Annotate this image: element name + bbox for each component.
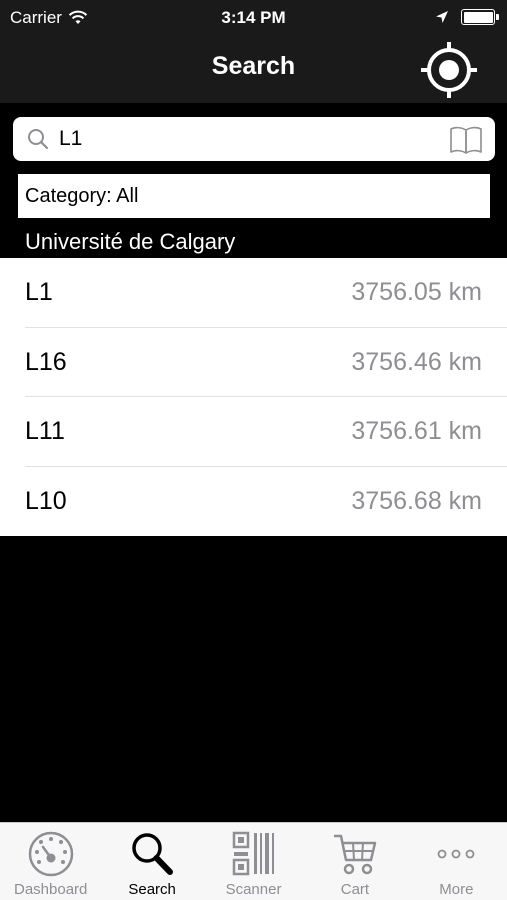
tab-label: More (439, 881, 474, 898)
result-name: L1 (25, 278, 53, 306)
tab-label: Cart (340, 881, 370, 898)
search-area: L1 Category: All Université de Calgary (0, 103, 507, 258)
tab-scanner[interactable]: Scanner (203, 823, 304, 900)
tab-cart[interactable]: Cart (304, 823, 405, 900)
battery-icon (461, 9, 499, 25)
result-row[interactable]: L16 3756.46 km (0, 328, 507, 398)
top-bar: Carrier 3:14 PM Search (0, 0, 507, 103)
result-row[interactable]: L11 3756.61 km (0, 397, 507, 467)
campus-header: Université de Calgary (25, 229, 236, 254)
tab-search[interactable]: Search (101, 823, 202, 900)
tab-label: Search (128, 881, 176, 898)
result-distance: 3756.68 km (351, 486, 482, 515)
barcode-icon (232, 831, 274, 876)
category-filter[interactable]: Category: All (18, 174, 490, 218)
result-name: L10 (25, 486, 67, 515)
screen: Carrier 3:14 PM Search L1 Category: All … (0, 0, 507, 900)
result-distance: 3756.46 km (351, 347, 482, 376)
status-time: 3:14 PM (221, 8, 286, 27)
result-row[interactable]: L10 3756.68 km (0, 467, 507, 537)
result-distance: 3756.05 km (351, 278, 482, 306)
tab-label: Dashboard (14, 881, 88, 898)
status-bar: Carrier 3:14 PM (0, 0, 507, 36)
search-value: L1 (59, 127, 83, 150)
location-arrow-icon (436, 11, 448, 23)
dashboard-icon (28, 831, 73, 877)
tab-bar: Dashboard Search Scanner Cart More (0, 822, 507, 900)
crosshair-locate-icon (421, 42, 477, 98)
search-icon (28, 129, 49, 150)
tab-label: Scanner (225, 881, 282, 898)
cart-icon (333, 834, 377, 875)
result-row[interactable]: L1 3756.05 km (0, 258, 507, 328)
status-right (435, 9, 499, 25)
more-icon (437, 849, 475, 859)
result-name: L11 (25, 417, 65, 445)
locate-button[interactable] (419, 40, 479, 100)
results-list: L1 3756.05 km L16 3756.46 km L11 3756.61… (0, 258, 507, 536)
search-input[interactable]: L1 (13, 117, 495, 161)
result-distance: 3756.61 km (351, 417, 482, 445)
result-name: L16 (25, 347, 67, 376)
book-icon[interactable] (449, 125, 483, 155)
tab-more[interactable]: More (406, 823, 507, 900)
tab-dashboard[interactable]: Dashboard (0, 823, 101, 900)
search-icon (132, 833, 174, 875)
